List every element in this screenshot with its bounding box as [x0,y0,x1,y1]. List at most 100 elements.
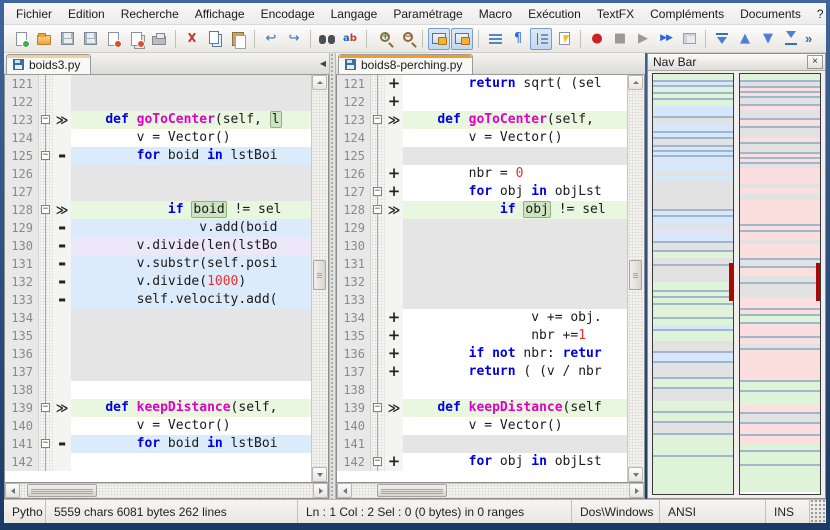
save-macro-button[interactable] [678,28,700,50]
scroll-down-button[interactable] [628,467,643,482]
code-line-134[interactable]: 134+ v += obj. [337,309,627,327]
scrollbar-thumb[interactable] [629,260,642,290]
code-line-121[interactable]: 121 [5,75,311,93]
code-line-124[interactable]: 124 v = Vector() [5,129,311,147]
code-line-136[interactable]: 136+ if not nbr: retur [337,345,627,363]
fold-collapse-box[interactable]: − [373,403,382,412]
code-line-142[interactable]: 142−+ for obj in objLst [337,453,627,471]
word-wrap-button[interactable] [484,28,506,50]
scroll-right-button[interactable] [629,483,644,498]
code-line-123[interactable]: 123−≫ def goToCenter(self, [337,111,627,129]
code-line-140[interactable]: 140 v = Vector() [5,417,311,435]
code-line-135[interactable]: 135+ nbr +=1 [337,327,627,345]
run-macro-multiple-button[interactable]: ▶▶ [655,28,677,50]
tab-scroll-left-icon[interactable]: ◀ [317,59,329,68]
right-horizontal-scrollbar[interactable] [336,483,645,499]
code-line-123[interactable]: 123−≫ def goToCenter(self, l [5,111,311,129]
right-vertical-scrollbar[interactable] [627,75,644,482]
scrollbar-thumb[interactable] [313,260,326,290]
fold-collapse-box[interactable]: − [41,115,50,124]
play-macro-button[interactable]: ▶ [632,28,654,50]
prev-diff-button[interactable]: ▲ [734,28,756,50]
fold-margin[interactable]: − [371,111,385,129]
code-line-129[interactable]: 129▬ v.add(boid [5,219,311,237]
code-line-133[interactable]: 133▬ self.velocity.add( [5,291,311,309]
undo-button[interactable]: ↩ [260,28,282,50]
find-button[interactable] [316,28,338,50]
code-line-124[interactable]: 124 v = Vector() [337,129,627,147]
fold-margin[interactable]: − [39,111,53,129]
scroll-right-button[interactable] [313,483,328,498]
code-line-127[interactable]: 127−+ for obj in objLst [337,183,627,201]
fold-margin[interactable]: − [39,147,53,165]
code-line-136[interactable]: 136 [5,345,311,363]
fold-margin[interactable]: − [371,183,385,201]
code-line-135[interactable]: 135 [5,327,311,345]
indent-guide-button[interactable] [530,28,552,50]
tab-boids8-perching[interactable]: boids8-perching.py [338,54,473,74]
fold-collapse-box[interactable]: − [41,439,50,448]
sync-horizontal-scroll-button[interactable] [451,28,473,50]
code-line-122[interactable]: 122 [5,93,311,111]
cut-button[interactable] [181,28,203,50]
fold-collapse-box[interactable]: − [41,151,50,160]
first-diff-button[interactable] [711,28,733,50]
close-button[interactable] [102,28,124,50]
next-diff-button[interactable]: ▼ [757,28,779,50]
code-line-140[interactable]: 140 v = Vector() [337,417,627,435]
code-line-125[interactable]: 125−▬ for boid in lstBoi [5,147,311,165]
code-line-126[interactable]: 126+ nbr = 0 [337,165,627,183]
menu-item-edition[interactable]: Edition [60,5,113,23]
menu-item-affichage[interactable]: Affichage [187,5,253,23]
menu-item-textfx[interactable]: TextFX [589,5,642,23]
resize-grip[interactable] [810,500,826,523]
zoom-out-button[interactable]: − [395,28,417,50]
code-line-137[interactable]: 137+ return ( (v / nbr [337,363,627,381]
right-code-area[interactable]: 121+ return sqrt( (sel122+123−≫ def goTo… [337,75,627,482]
fold-margin[interactable]: − [39,435,53,453]
code-line-139[interactable]: 139−≫ def keepDistance(self [337,399,627,417]
code-line-128[interactable]: 128−≫ if obj != sel [337,201,627,219]
fold-collapse-box[interactable]: − [373,205,382,214]
editor-splitter[interactable] [329,53,336,499]
code-line-132[interactable]: 132▬ v.divide(1000) [5,273,311,291]
code-line-141[interactable]: 141 [337,435,627,453]
save-button[interactable] [56,28,78,50]
paste-button[interactable] [227,28,249,50]
menu-item-?[interactable]: ? [809,5,830,23]
fold-margin[interactable]: − [371,399,385,417]
scroll-down-button[interactable] [312,467,327,482]
tab-boids3[interactable]: boids3.py [6,54,91,74]
menu-item-fichier[interactable]: Fichier [8,5,60,23]
navbar-map-right[interactable] [739,73,821,495]
print-button[interactable] [148,28,170,50]
code-line-129[interactable]: 129 [337,219,627,237]
save-all-button[interactable] [79,28,101,50]
code-line-126[interactable]: 126 [5,165,311,183]
code-line-137[interactable]: 137 [5,363,311,381]
code-line-138[interactable]: 138 [5,381,311,399]
show-all-characters-button[interactable]: ¶ [507,28,529,50]
fold-collapse-box[interactable]: − [41,205,50,214]
left-code-area[interactable]: 121122123−≫ def goToCenter(self, l124 v … [5,75,311,482]
code-line-131[interactable]: 131 [337,255,627,273]
scroll-up-button[interactable] [312,75,327,90]
replace-button[interactable]: ab [339,28,361,50]
redo-button[interactable]: ↪ [283,28,305,50]
code-line-121[interactable]: 121+ return sqrt( (sel [337,75,627,93]
menu-item-recherche[interactable]: Recherche [113,5,187,23]
code-line-122[interactable]: 122+ [337,93,627,111]
left-horizontal-scrollbar[interactable] [4,483,329,499]
copy-button[interactable] [204,28,226,50]
code-line-142[interactable]: 142 [5,453,311,471]
code-line-131[interactable]: 131▬ v.substr(self.posi [5,255,311,273]
scroll-up-button[interactable] [628,75,643,90]
fold-collapse-box[interactable]: − [373,457,382,466]
code-line-128[interactable]: 128−≫ if boid != sel [5,201,311,219]
code-line-139[interactable]: 139−≫ def keepDistance(self, [5,399,311,417]
navbar-map-left[interactable] [652,73,734,495]
scrollbar-thumb[interactable] [377,484,447,497]
code-line-132[interactable]: 132 [337,273,627,291]
navbar-title-bar[interactable]: Nav Bar × [648,54,825,71]
code-line-130[interactable]: 130 [337,237,627,255]
